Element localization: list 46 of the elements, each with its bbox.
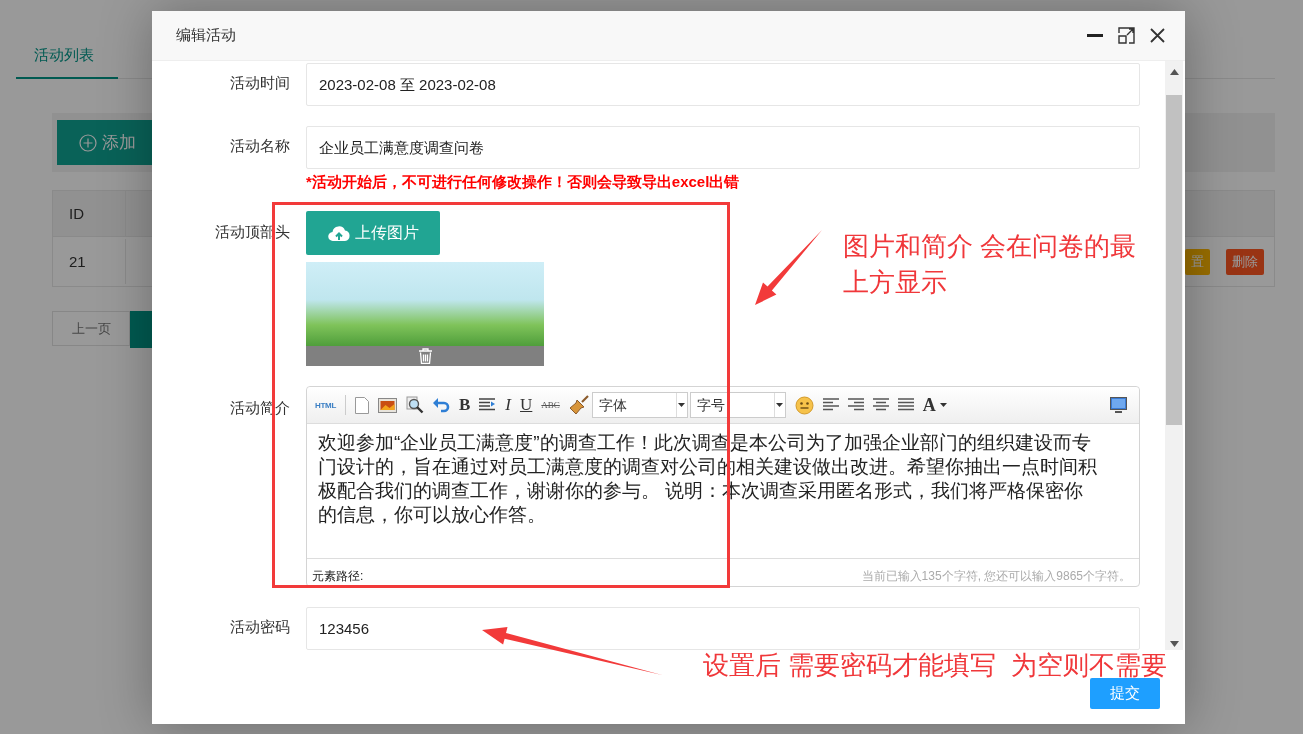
scrollbar-thumb[interactable] <box>1166 95 1182 425</box>
dialog-title: 编辑活动 <box>176 26 236 45</box>
password-input-field[interactable]: 123456 <box>306 607 1140 650</box>
italic-button[interactable]: I <box>505 395 512 415</box>
blank-page-icon[interactable] <box>355 396 369 414</box>
date-range-field[interactable]: 2023-02-08 至 2023-02-08 <box>306 63 1140 106</box>
html-source-button[interactable]: HTML <box>315 400 336 410</box>
field-label: 活动时间 <box>229 73 291 93</box>
cloud-upload-icon <box>327 224 350 242</box>
char-count-text: 当前已输入135个字符, 您还可以输入9865个字符。 <box>861 568 1131 585</box>
font-color-button[interactable]: A <box>922 394 947 416</box>
scroll-up-icon[interactable] <box>1169 69 1179 75</box>
table-cell: 21 <box>53 239 126 284</box>
broom-icon[interactable] <box>568 395 589 415</box>
justify-icon[interactable] <box>897 398 914 412</box>
minimize-icon[interactable] <box>1087 33 1103 38</box>
strikethrough-button[interactable]: ABC <box>541 400 560 410</box>
smiley-icon[interactable] <box>794 395 814 415</box>
close-icon[interactable] <box>1150 28 1165 43</box>
element-path-label: 元素路径: <box>312 568 364 585</box>
caret-icon <box>939 403 947 407</box>
indent-icon[interactable] <box>479 398 497 412</box>
annotation-note: 图片和简介 会在问卷的最上方显示 <box>843 230 1138 299</box>
caret-icon <box>776 403 784 407</box>
plus-circle-icon <box>79 133 97 152</box>
align-left-icon[interactable] <box>822 398 839 412</box>
scroll-down-icon[interactable] <box>1169 641 1179 647</box>
undo-icon[interactable] <box>433 397 450 413</box>
field-label: 活动密码 <box>229 617 291 637</box>
scrollbar[interactable] <box>1165 61 1183 650</box>
underline-button[interactable]: U <box>520 395 533 415</box>
bold-button[interactable]: B <box>459 395 471 415</box>
picture-icon[interactable] <box>378 397 397 413</box>
trash-icon[interactable] <box>417 348 433 364</box>
monitor-icon[interactable] <box>1110 397 1127 413</box>
name-input-field[interactable]: 企业员工满意度调查问卷 <box>306 126 1140 169</box>
maximize-icon[interactable] <box>1118 27 1135 44</box>
align-center-icon[interactable] <box>872 398 889 412</box>
column-header: ID <box>53 191 126 236</box>
font-family-select[interactable]: 字体 <box>591 392 688 418</box>
warning-text: *活动开始后，不可进行任何修改操作！否则会导致导出excel出错 <box>306 173 741 191</box>
font-size-select[interactable]: 字号 <box>689 392 786 418</box>
field-label: 活动名称 <box>229 136 291 156</box>
magnifier-icon[interactable] <box>406 396 424 414</box>
caret-icon <box>678 403 686 407</box>
align-right-icon[interactable] <box>847 398 864 412</box>
